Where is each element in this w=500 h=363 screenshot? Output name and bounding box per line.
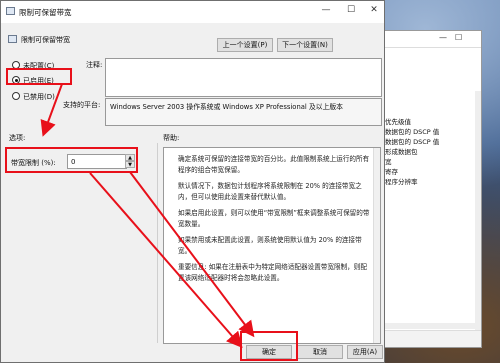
arrow-to-ok-left [129, 171, 255, 338]
arrow-to-ok-right [89, 172, 243, 349]
annotation-arrows [40, 83, 255, 349]
arrow-to-options [40, 83, 63, 137]
